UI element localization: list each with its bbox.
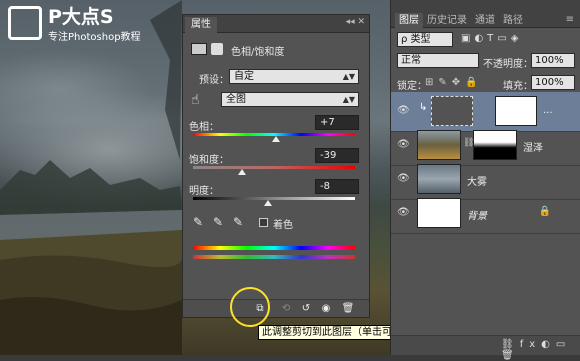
layers-tabs: 图层 历史记录 通道 路径 ≡ xyxy=(391,0,580,28)
eyedropper-plus-icon[interactable]: ✎ xyxy=(213,215,223,229)
lightness-input[interactable]: -8 xyxy=(315,179,359,194)
layers-panel: 图层 历史记录 通道 路径 ≡ ρ 类型 ▣◐T▭◈ 正常 不透明度： 100%… xyxy=(390,0,580,361)
eye-icon[interactable]: 👁 xyxy=(397,173,410,184)
view-previous-icon[interactable]: ⟲ xyxy=(279,302,293,315)
lock-icon: 🔒 xyxy=(538,206,551,217)
fill-input[interactable]: 100% xyxy=(531,75,575,90)
layer-name: 大雾 xyxy=(467,177,487,188)
brand-subtitle: 专注Photoshop教程 xyxy=(48,32,141,43)
visibility-icon[interactable]: ◉ xyxy=(319,302,333,315)
preset-select[interactable]: 自定 ▲▼ xyxy=(229,69,359,84)
preset-label: 预设： xyxy=(199,75,229,86)
channel-value: 全图 xyxy=(226,94,246,105)
eye-icon[interactable]: 👁 xyxy=(397,207,410,218)
color-bar-top xyxy=(193,246,355,250)
blend-mode-select[interactable]: 正常 xyxy=(397,53,479,68)
colorize-label: 着色 xyxy=(273,220,293,231)
opacity-label: 不透明度： xyxy=(483,59,533,70)
eyedropper-minus-icon[interactable]: ✎ xyxy=(233,215,243,229)
mask-icon[interactable] xyxy=(211,43,223,55)
eyedropper-icon[interactable]: ✎ xyxy=(193,215,203,229)
layers-footer: ⛓fx◐▭🗑 xyxy=(391,335,580,361)
lock-icons[interactable]: ⊞✎✥🔒 xyxy=(425,77,483,88)
eye-icon[interactable]: 👁 xyxy=(397,139,410,150)
hue-slider-thumb[interactable] xyxy=(272,136,280,142)
lock-label: 锁定： xyxy=(397,81,427,92)
colorize-checkbox[interactable] xyxy=(259,218,268,227)
layer-filter-select[interactable]: ρ 类型 xyxy=(397,32,453,47)
brand-title: P大点S xyxy=(48,6,114,28)
layer-name: 背景 xyxy=(467,211,487,222)
opacity-input[interactable]: 100% xyxy=(531,53,575,68)
lightness-slider[interactable] xyxy=(193,197,355,200)
fill-label: 填充： xyxy=(503,81,533,92)
chevron-icon: ▲▼ xyxy=(342,95,355,104)
color-bar-bottom xyxy=(193,255,355,259)
clip-arrow-icon: ↳ xyxy=(419,102,428,113)
saturation-input[interactable]: -39 xyxy=(315,148,359,163)
hue-label: 色相： xyxy=(189,122,219,133)
tab-layers[interactable]: 图层 xyxy=(395,13,423,28)
chevron-icon: ▲▼ xyxy=(342,72,355,81)
layer-thumb xyxy=(417,198,461,228)
preset-value: 自定 xyxy=(234,71,254,82)
tab-paths[interactable]: 路径 xyxy=(499,13,527,28)
adjustment-title: 色相/饱和度 xyxy=(231,47,285,58)
saturation-slider[interactable] xyxy=(193,166,355,169)
adjustment-layer-icon xyxy=(191,43,207,55)
mask-thumb xyxy=(495,96,537,126)
hue-input[interactable]: +7 xyxy=(315,115,359,130)
layer-name: 湿泽 xyxy=(523,143,543,154)
hand-tool-icon[interactable]: ☝ xyxy=(191,92,200,108)
adjustment-thumb xyxy=(431,96,473,126)
layer-thumb xyxy=(417,130,461,160)
highlight-circle xyxy=(230,287,270,327)
channel-select[interactable]: 全图 ▲▼ xyxy=(221,92,359,107)
tab-history[interactable]: 历史记录 xyxy=(423,13,471,28)
panel-menu-icon[interactable]: ≡ xyxy=(566,14,574,25)
lightness-label: 明度： xyxy=(189,186,219,197)
layer-thumb xyxy=(417,164,461,194)
saturation-label: 饱和度： xyxy=(189,155,229,166)
panel-menu-icon[interactable]: ◂◂ ✕ xyxy=(346,17,365,27)
mask-thumb xyxy=(473,130,517,160)
saturation-slider-thumb[interactable] xyxy=(238,169,246,175)
tab-properties[interactable]: 属性 xyxy=(185,17,217,33)
reset-icon[interactable]: ↺ xyxy=(299,302,313,315)
lightness-slider-thumb[interactable] xyxy=(264,200,272,206)
filter-icons[interactable]: ▣◐T▭◈ xyxy=(461,33,522,44)
tab-channels[interactable]: 通道 xyxy=(471,13,499,28)
layer-name: ... xyxy=(543,105,553,116)
properties-header: 属性 ◂◂ ✕ xyxy=(183,15,369,33)
properties-footer: ⧉ ⟲ ↺ ◉ 🗑 xyxy=(183,299,369,317)
layer-action-icons[interactable]: ⛓fx◐▭🗑 xyxy=(501,339,580,361)
logo-icon xyxy=(8,6,42,40)
eye-icon[interactable]: 👁 xyxy=(397,105,410,116)
properties-panel: 属性 ◂◂ ✕ 色相/饱和度 预设： 自定 ▲▼ ☝ 全图 ▲▼ 色相： +7 饱和… xyxy=(182,14,370,318)
layer-row-background[interactable]: 👁 背景 🔒 xyxy=(391,194,580,234)
trash-icon[interactable]: 🗑 xyxy=(341,302,355,315)
